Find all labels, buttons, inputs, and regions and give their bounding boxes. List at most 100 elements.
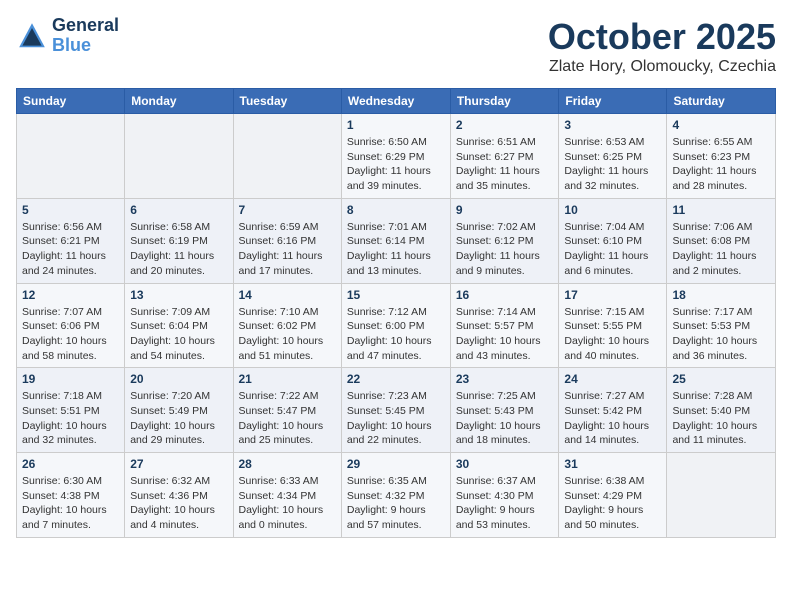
day-info: Sunrise: 6:51 AMSunset: 6:27 PMDaylight:… xyxy=(456,135,554,194)
day-number: 6 xyxy=(130,203,227,217)
calendar-cell: 8 Sunrise: 7:01 AMSunset: 6:14 PMDaylight… xyxy=(341,198,450,283)
calendar-cell: 9 Sunrise: 7:02 AMSunset: 6:12 PMDaylight… xyxy=(450,198,559,283)
day-number: 14 xyxy=(239,288,336,302)
day-info: Sunrise: 6:50 AMSunset: 6:29 PMDaylight:… xyxy=(347,135,445,194)
calendar-cell: 4 Sunrise: 6:55 AMSunset: 6:23 PMDaylight… xyxy=(667,114,776,199)
calendar-cell: 7 Sunrise: 6:59 AMSunset: 6:16 PMDaylight… xyxy=(233,198,341,283)
day-number: 8 xyxy=(347,203,445,217)
day-number: 27 xyxy=(130,457,227,471)
day-of-week-header: Friday xyxy=(559,89,667,114)
day-info: Sunrise: 6:30 AMSunset: 4:38 PMDaylight:… xyxy=(22,474,119,533)
day-info: Sunrise: 6:37 AMSunset: 4:30 PMDaylight:… xyxy=(456,474,554,533)
day-info: Sunrise: 6:53 AMSunset: 6:25 PMDaylight:… xyxy=(564,135,661,194)
logo-icon xyxy=(16,20,48,52)
day-number: 17 xyxy=(564,288,661,302)
day-info: Sunrise: 7:14 AMSunset: 5:57 PMDaylight:… xyxy=(456,305,554,364)
day-info: Sunrise: 6:55 AMSunset: 6:23 PMDaylight:… xyxy=(672,135,770,194)
day-info: Sunrise: 7:12 AMSunset: 6:00 PMDaylight:… xyxy=(347,305,445,364)
day-info: Sunrise: 7:01 AMSunset: 6:14 PMDaylight:… xyxy=(347,220,445,279)
day-info: Sunrise: 7:25 AMSunset: 5:43 PMDaylight:… xyxy=(456,389,554,448)
day-info: Sunrise: 7:18 AMSunset: 5:51 PMDaylight:… xyxy=(22,389,119,448)
day-info: Sunrise: 6:56 AMSunset: 6:21 PMDaylight:… xyxy=(22,220,119,279)
day-number: 21 xyxy=(239,372,336,386)
day-info: Sunrise: 7:10 AMSunset: 6:02 PMDaylight:… xyxy=(239,305,336,364)
calendar-cell: 10 Sunrise: 7:04 AMSunset: 6:10 PMDayligh… xyxy=(559,198,667,283)
day-number: 19 xyxy=(22,372,119,386)
calendar-cell: 14 Sunrise: 7:10 AMSunset: 6:02 PMDayligh… xyxy=(233,283,341,368)
calendar-cell: 15 Sunrise: 7:12 AMSunset: 6:00 PMDayligh… xyxy=(341,283,450,368)
calendar-cell: 16 Sunrise: 7:14 AMSunset: 5:57 PMDayligh… xyxy=(450,283,559,368)
day-number: 23 xyxy=(456,372,554,386)
day-info: Sunrise: 7:20 AMSunset: 5:49 PMDaylight:… xyxy=(130,389,227,448)
calendar-cell: 24 Sunrise: 7:27 AMSunset: 5:42 PMDayligh… xyxy=(559,368,667,453)
day-of-week-header: Saturday xyxy=(667,89,776,114)
day-info: Sunrise: 6:33 AMSunset: 4:34 PMDaylight:… xyxy=(239,474,336,533)
day-info: Sunrise: 7:22 AMSunset: 5:47 PMDaylight:… xyxy=(239,389,336,448)
calendar-cell: 3 Sunrise: 6:53 AMSunset: 6:25 PMDaylight… xyxy=(559,114,667,199)
calendar-cell: 31 Sunrise: 6:38 AMSunset: 4:29 PMDayligh… xyxy=(559,453,667,538)
day-number: 20 xyxy=(130,372,227,386)
calendar-cell: 20 Sunrise: 7:20 AMSunset: 5:49 PMDayligh… xyxy=(125,368,233,453)
day-number: 16 xyxy=(456,288,554,302)
day-info: Sunrise: 7:27 AMSunset: 5:42 PMDaylight:… xyxy=(564,389,661,448)
day-number: 5 xyxy=(22,203,119,217)
calendar-cell: 25 Sunrise: 7:28 AMSunset: 5:40 PMDayligh… xyxy=(667,368,776,453)
calendar-cell: 28 Sunrise: 6:33 AMSunset: 4:34 PMDayligh… xyxy=(233,453,341,538)
day-number: 26 xyxy=(22,457,119,471)
day-number: 2 xyxy=(456,118,554,132)
day-info: Sunrise: 6:59 AMSunset: 6:16 PMDaylight:… xyxy=(239,220,336,279)
day-info: Sunrise: 7:06 AMSunset: 6:08 PMDaylight:… xyxy=(672,220,770,279)
day-number: 18 xyxy=(672,288,770,302)
day-of-week-header: Wednesday xyxy=(341,89,450,114)
calendar-cell xyxy=(667,453,776,538)
day-of-week-header: Sunday xyxy=(17,89,125,114)
day-number: 9 xyxy=(456,203,554,217)
day-number: 31 xyxy=(564,457,661,471)
calendar-cell xyxy=(125,114,233,199)
day-number: 11 xyxy=(672,203,770,217)
calendar-table: SundayMondayTuesdayWednesdayThursdayFrid… xyxy=(16,88,776,538)
day-number: 15 xyxy=(347,288,445,302)
calendar-cell xyxy=(17,114,125,199)
day-info: Sunrise: 7:04 AMSunset: 6:10 PMDaylight:… xyxy=(564,220,661,279)
day-number: 10 xyxy=(564,203,661,217)
day-info: Sunrise: 7:02 AMSunset: 6:12 PMDaylight:… xyxy=(456,220,554,279)
calendar-cell: 13Sunrise: 7:09 AMSunset: 6:04 PMDayligh… xyxy=(125,283,233,368)
calendar-cell: 26 Sunrise: 6:30 AMSunset: 4:38 PMDayligh… xyxy=(17,453,125,538)
day-info: Sunrise: 6:38 AMSunset: 4:29 PMDaylight:… xyxy=(564,474,661,533)
calendar-cell: 27 Sunrise: 6:32 AMSunset: 4:36 PMDayligh… xyxy=(125,453,233,538)
calendar-cell: 21 Sunrise: 7:22 AMSunset: 5:47 PMDayligh… xyxy=(233,368,341,453)
day-number: 25 xyxy=(672,372,770,386)
day-info: Sunrise: 7:28 AMSunset: 5:40 PMDaylight:… xyxy=(672,389,770,448)
day-number: 4 xyxy=(672,118,770,132)
calendar-cell xyxy=(233,114,341,199)
calendar-cell: 30Sunrise: 6:37 AMSunset: 4:30 PMDayligh… xyxy=(450,453,559,538)
calendar-cell: 29Sunrise: 6:35 AMSunset: 4:32 PMDayligh… xyxy=(341,453,450,538)
day-of-week-header: Monday xyxy=(125,89,233,114)
calendar-cell: 1 Sunrise: 6:50 AMSunset: 6:29 PMDaylight… xyxy=(341,114,450,199)
calendar-cell: 17 Sunrise: 7:15 AMSunset: 5:55 PMDayligh… xyxy=(559,283,667,368)
title-area: October 2025 Zlate Hory, Olomoucky, Czec… xyxy=(548,16,776,76)
day-number: 22 xyxy=(347,372,445,386)
calendar-cell: 18 Sunrise: 7:17 AMSunset: 5:53 PMDayligh… xyxy=(667,283,776,368)
day-info: Sunrise: 7:09 AMSunset: 6:04 PMDaylight:… xyxy=(130,305,227,364)
calendar-cell: 5 Sunrise: 6:56 AMSunset: 6:21 PMDaylight… xyxy=(17,198,125,283)
calendar-cell: 11 Sunrise: 7:06 AMSunset: 6:08 PMDayligh… xyxy=(667,198,776,283)
page-header: General Blue October 2025 Zlate Hory, Ol… xyxy=(16,16,776,76)
day-of-week-header: Thursday xyxy=(450,89,559,114)
subtitle: Zlate Hory, Olomoucky, Czechia xyxy=(548,58,776,76)
day-info: Sunrise: 7:15 AMSunset: 5:55 PMDaylight:… xyxy=(564,305,661,364)
day-info: Sunrise: 6:35 AMSunset: 4:32 PMDaylight:… xyxy=(347,474,445,533)
calendar-cell: 22Sunrise: 7:23 AMSunset: 5:45 PMDayligh… xyxy=(341,368,450,453)
logo-text: General Blue xyxy=(52,16,119,56)
day-info: Sunrise: 6:32 AMSunset: 4:36 PMDaylight:… xyxy=(130,474,227,533)
day-number: 1 xyxy=(347,118,445,132)
day-number: 7 xyxy=(239,203,336,217)
day-number: 24 xyxy=(564,372,661,386)
calendar-cell: 6Sunrise: 6:58 AMSunset: 6:19 PMDaylight… xyxy=(125,198,233,283)
calendar-cell: 23 Sunrise: 7:25 AMSunset: 5:43 PMDayligh… xyxy=(450,368,559,453)
day-number: 28 xyxy=(239,457,336,471)
day-info: Sunrise: 7:17 AMSunset: 5:53 PMDaylight:… xyxy=(672,305,770,364)
day-number: 12 xyxy=(22,288,119,302)
day-number: 3 xyxy=(564,118,661,132)
